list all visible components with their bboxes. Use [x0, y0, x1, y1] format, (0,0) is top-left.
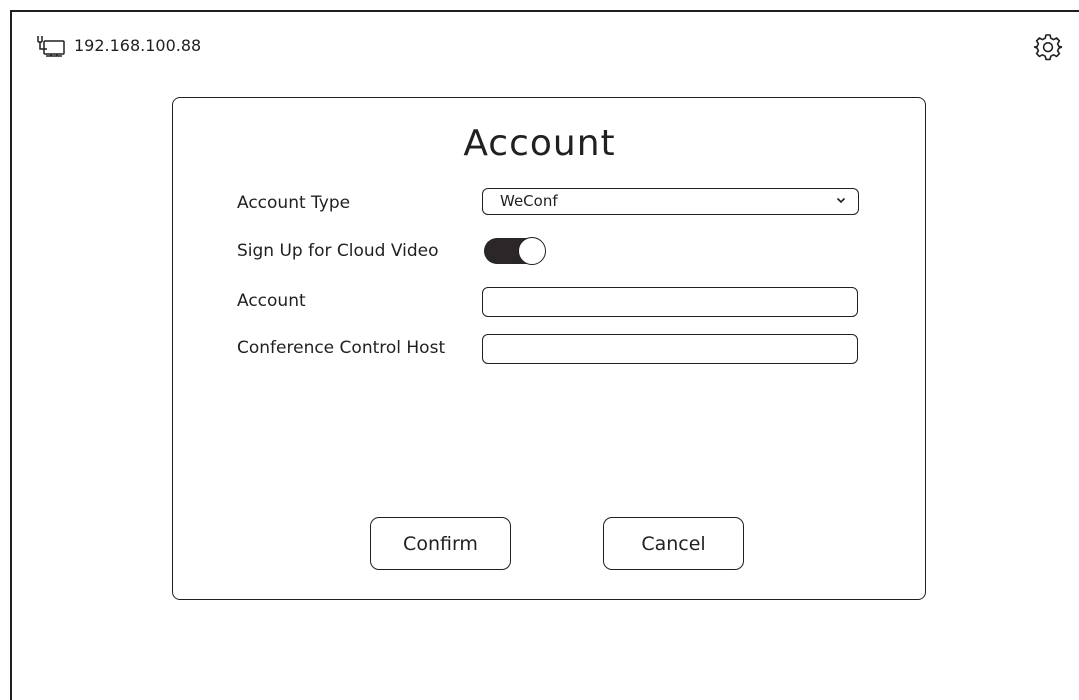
- cancel-button[interactable]: Cancel: [603, 517, 744, 570]
- conference-host-label: Conference Control Host: [237, 338, 446, 358]
- toggle-knob: [518, 237, 546, 265]
- cloud-video-toggle[interactable]: [484, 237, 547, 265]
- gear-icon: [1034, 33, 1062, 61]
- settings-button[interactable]: [1034, 33, 1062, 61]
- account-label: Account: [237, 291, 306, 311]
- network-status: 192.168.100.88: [36, 34, 201, 58]
- account-input[interactable]: [482, 287, 858, 317]
- account-type-value: WeConf: [500, 192, 558, 210]
- wired-network-monitor-icon: [36, 34, 66, 58]
- conference-host-input[interactable]: [482, 334, 858, 364]
- dialog-title: Account: [463, 123, 616, 164]
- ip-address: 192.168.100.88: [74, 36, 202, 55]
- account-type-select[interactable]: WeConf: [482, 188, 859, 215]
- chevron-down-icon: [836, 197, 846, 204]
- confirm-button[interactable]: Confirm: [370, 517, 511, 570]
- cloud-video-label: Sign Up for Cloud Video: [237, 241, 439, 261]
- account-type-label: Account Type: [237, 193, 351, 213]
